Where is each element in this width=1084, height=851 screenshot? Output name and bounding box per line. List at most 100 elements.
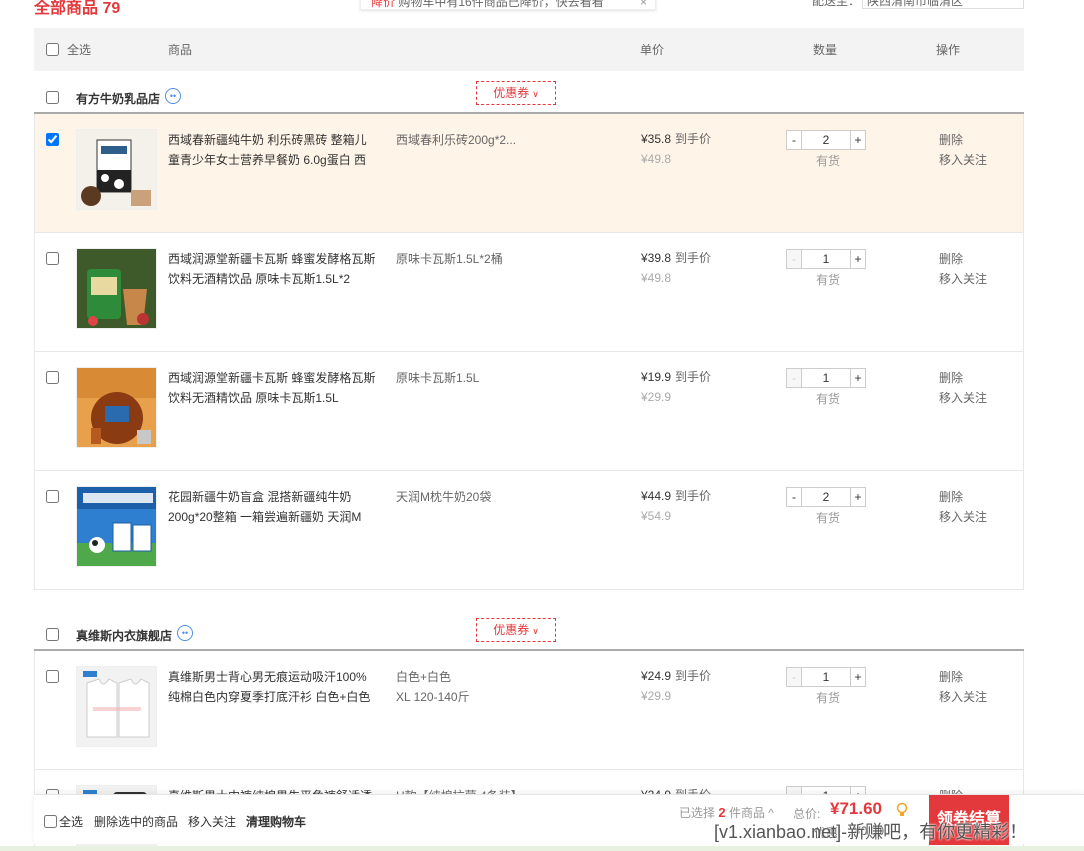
total-price: ¥71.60 [830, 799, 882, 818]
shop-row: 真维斯内衣旗舰店 •• 优惠券 ∨ [34, 608, 1024, 651]
watermark-text: [v1.xianbao.net]-新赚吧，有你更精彩！ [714, 822, 1028, 842]
shop-row: 有方牛奶乳品店 •• 优惠券 ∨ [34, 71, 1024, 114]
chat-icon[interactable]: •• [165, 88, 181, 104]
delete-link[interactable]: 删除 [939, 130, 963, 150]
coupon-label: 优惠券 [493, 86, 530, 100]
item-checkbox[interactable] [46, 670, 59, 683]
item-orig-price: ¥49.8 [641, 152, 672, 166]
coupon-button[interactable]: 优惠券 ∨ [476, 618, 556, 642]
page-bottom-strip [0, 846, 1084, 851]
quantity-stepper: - 2 + [786, 487, 866, 507]
increase-button[interactable]: + [850, 249, 866, 269]
price-value: ¥19.9 [641, 370, 672, 384]
column-qty: 数量 [813, 43, 838, 57]
quantity-input[interactable]: 1 [802, 249, 850, 269]
select-all-label[interactable]: 全选 [67, 41, 91, 58]
decrease-button[interactable]: - [786, 487, 802, 507]
coupon-button[interactable]: 优惠券 ∨ [476, 81, 556, 105]
item-title[interactable]: 真维斯男士背心男无痕运动吸汗100%纯棉白色内穿夏季打底汗衫 白色+白色 [168, 667, 378, 707]
quantity-input[interactable]: 1 [802, 368, 850, 388]
item-price: ¥24.9到手价 [641, 666, 711, 686]
increase-button[interactable]: + [850, 368, 866, 388]
item-checkbox[interactable] [46, 371, 59, 384]
cart-table: 全选 商品 单价 数量 操作 有方牛奶乳品店 •• 优惠券 ∨ 西域春新疆纯牛奶 … [34, 28, 1024, 851]
clear-cart-link[interactable]: 清理购物车 [246, 813, 306, 830]
quantity-input[interactable]: 2 [802, 130, 850, 150]
product-image-tank-top[interactable] [76, 666, 157, 747]
item-title[interactable]: 西域润源堂新疆卡瓦斯 蜂蜜发酵格瓦斯饮料无酒精饮品 原味卡瓦斯1.5L*2 [168, 249, 378, 289]
quantity-stepper: - 2 + [786, 130, 866, 150]
item-orig-price: ¥29.9 [641, 390, 672, 404]
price-tag: 到手价 [675, 669, 712, 683]
move-to-favorites-link[interactable]: 移入关注 [939, 507, 987, 527]
quantity-stepper: - 1 + [786, 368, 866, 388]
decrease-button[interactable]: - [786, 368, 802, 388]
cart-all-goods-tab[interactable]: 全部商品 79 [34, 0, 120, 18]
chat-icon[interactable]: •• [177, 625, 193, 641]
item-price: ¥35.8 到手价 [641, 129, 711, 149]
product-image-milk-bundle[interactable] [76, 486, 157, 567]
shop-gap [34, 590, 1024, 608]
product-image-kvass-barrel[interactable] [76, 367, 157, 448]
close-icon[interactable]: × [640, 0, 647, 9]
bottom-select-all-label[interactable]: 全选 [59, 813, 83, 830]
cart-item: 西域润源堂新疆卡瓦斯 蜂蜜发酵格瓦斯饮料无酒精饮品 原味卡瓦斯1.5L 原味卡瓦… [34, 352, 1024, 471]
shop-checkbox[interactable] [46, 91, 59, 104]
delete-link[interactable]: 删除 [939, 667, 963, 687]
increase-button[interactable]: + [850, 487, 866, 507]
decrease-button[interactable]: - [786, 667, 802, 687]
delivery-label: 配送至： [812, 0, 861, 8]
delete-selected-link[interactable]: 删除选中的商品 [94, 813, 178, 830]
delete-link[interactable]: 删除 [939, 368, 963, 388]
item-orig-price: ¥49.8 [641, 271, 672, 285]
decrease-button[interactable]: - [786, 130, 802, 150]
price-tag: 到手价 [675, 489, 712, 503]
price-value: ¥24.9 [641, 669, 672, 683]
shop-checkbox[interactable] [46, 628, 59, 641]
bottom-move-fav-link[interactable]: 移入关注 [188, 813, 236, 830]
item-title[interactable]: 西域春新疆纯牛奶 利乐砖黑砖 整箱儿童青少年女士营养早餐奶 6.0g蛋白 西 [168, 130, 378, 170]
price-drop-notice: 降价 购物车中有16件商品已降价，快去看看 × [360, 0, 656, 10]
price-value: ¥44.9 [641, 489, 672, 503]
cart-item: 西域润源堂新疆卡瓦斯 蜂蜜发酵格瓦斯饮料无酒精饮品 原味卡瓦斯1.5L*2 原味… [34, 233, 1024, 352]
item-orig-price: ¥29.9 [641, 689, 672, 703]
notice-text[interactable]: 购物车中有16件商品已降价，快去看看 [398, 0, 603, 9]
item-checkbox[interactable] [46, 252, 59, 265]
lightbulb-icon[interactable] [896, 802, 908, 818]
delete-link[interactable]: 删除 [939, 249, 963, 269]
move-to-favorites-link[interactable]: 移入关注 [939, 687, 987, 707]
item-title[interactable]: 花园新疆牛奶盲盒 混搭新疆纯牛奶200g*20整箱 一箱尝遍新疆奶 天润M [168, 487, 378, 527]
delivery-address-select[interactable]: 陕西渭南市临渭区 [862, 0, 1024, 9]
shop-name[interactable]: 有方牛奶乳品店 [76, 90, 160, 107]
shop-name[interactable]: 真维斯内衣旗舰店 [76, 627, 172, 644]
price-tag: 到手价 [675, 132, 712, 146]
increase-button[interactable]: + [850, 130, 866, 150]
item-spec: 白色+白色 XL 120-140斤 [396, 667, 596, 707]
stock-status: 有货 [816, 154, 841, 168]
quantity-input[interactable]: 1 [802, 667, 850, 687]
move-to-favorites-link[interactable]: 移入关注 [939, 150, 987, 170]
select-all-checkbox[interactable] [46, 43, 59, 56]
product-image-milk-box[interactable] [76, 129, 157, 210]
product-image-kvass[interactable] [76, 248, 157, 329]
bottom-select-all-checkbox[interactable] [44, 815, 57, 828]
quantity-stepper: - 1 + [786, 249, 866, 269]
item-spec: 天润M枕牛奶20袋 [396, 490, 492, 504]
item-spec: 原味卡瓦斯1.5L*2桶 [396, 252, 503, 266]
delete-link[interactable]: 删除 [939, 487, 963, 507]
price-value: ¥39.8 [641, 251, 672, 265]
increase-button[interactable]: + [850, 667, 866, 687]
column-op: 操作 [936, 43, 961, 57]
item-spec-color: 白色+白色 [396, 670, 452, 684]
decrease-button[interactable]: - [786, 249, 802, 269]
item-orig-price: ¥54.9 [641, 509, 672, 523]
quantity-input[interactable]: 2 [802, 487, 850, 507]
move-to-favorites-link[interactable]: 移入关注 [939, 269, 987, 289]
move-to-favorites-link[interactable]: 移入关注 [939, 388, 987, 408]
cart-header: 全选 商品 单价 数量 操作 [34, 28, 1024, 71]
item-checkbox[interactable] [46, 133, 59, 146]
item-checkbox[interactable] [46, 490, 59, 503]
coupon-label: 优惠券 [493, 623, 530, 637]
column-goods: 商品 [168, 43, 193, 57]
item-title[interactable]: 西域润源堂新疆卡瓦斯 蜂蜜发酵格瓦斯饮料无酒精饮品 原味卡瓦斯1.5L [168, 368, 378, 408]
